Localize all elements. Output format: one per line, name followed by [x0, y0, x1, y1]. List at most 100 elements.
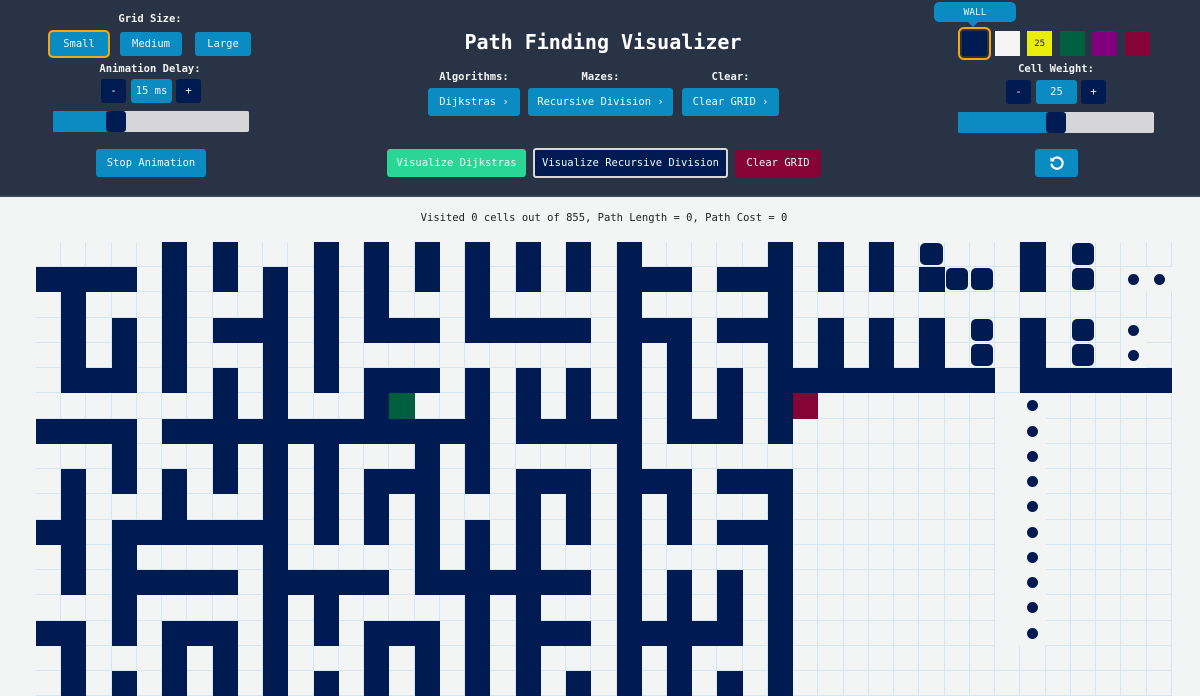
wall-cell[interactable]	[616, 292, 642, 318]
wall-cell[interactable]	[1121, 368, 1147, 394]
grid-size-large-button[interactable]: Large	[195, 32, 251, 56]
wall-cell[interactable]	[667, 267, 693, 293]
wall-cell[interactable]	[717, 267, 743, 293]
grid-cell[interactable]	[36, 494, 62, 520]
wall-cell[interactable]	[919, 342, 945, 369]
grid-cell[interactable]	[338, 519, 365, 545]
wall-cell[interactable]	[313, 469, 339, 495]
grid-cell[interactable]	[742, 494, 768, 520]
grid-cell[interactable]	[490, 469, 516, 495]
grid-cell[interactable]	[818, 645, 844, 672]
grid-cell[interactable]	[868, 671, 895, 696]
wall-cell-growing[interactable]	[1146, 267, 1172, 293]
grid-cell[interactable]	[338, 368, 365, 394]
wall-cell[interactable]	[515, 469, 541, 495]
grid-cell[interactable]	[540, 494, 567, 520]
grid-cell[interactable]	[717, 494, 743, 520]
wall-cell[interactable]	[616, 242, 642, 268]
wall-cell[interactable]	[566, 519, 592, 545]
wall-cell[interactable]	[742, 519, 768, 545]
wall-cell-growing[interactable]	[1020, 443, 1046, 470]
grid-cell[interactable]	[389, 671, 415, 696]
grid-cell[interactable]	[944, 544, 970, 571]
wall-cell[interactable]	[237, 519, 264, 545]
grid-cell[interactable]	[818, 544, 844, 571]
wall-cell[interactable]	[919, 317, 945, 343]
grid-cell[interactable]	[843, 570, 869, 596]
clear-select-button[interactable]: Clear GRID ›	[682, 88, 779, 116]
grid-cell[interactable]	[1096, 645, 1122, 672]
grid-cell[interactable]	[439, 469, 466, 495]
grid-cell[interactable]	[641, 443, 667, 470]
grid-cell[interactable]	[1096, 317, 1122, 343]
grid-cell[interactable]	[288, 393, 314, 419]
grid-cell[interactable]	[237, 292, 264, 318]
grid-cell[interactable]	[540, 242, 567, 268]
grid-cell[interactable]	[1020, 292, 1046, 318]
grid-cell[interactable]	[793, 317, 819, 343]
grid-cell[interactable]	[439, 317, 466, 343]
wall-cell[interactable]	[717, 620, 743, 646]
grid-cell[interactable]	[212, 595, 238, 621]
wall-cell[interactable]	[566, 570, 592, 596]
grid-cell[interactable]	[818, 393, 844, 419]
grid-cell[interactable]	[540, 595, 567, 621]
grid-cell[interactable]	[894, 519, 920, 545]
grid-cell[interactable]	[742, 418, 768, 444]
grid-cell[interactable]	[919, 418, 945, 444]
wall-cell[interactable]	[212, 645, 238, 672]
wall-cell[interactable]	[1070, 368, 1097, 394]
grid-cell[interactable]	[919, 393, 945, 419]
grid-cell[interactable]	[717, 443, 743, 470]
grid-cell[interactable]	[490, 292, 516, 318]
wall-cell[interactable]	[667, 368, 693, 394]
grid-cell[interactable]	[338, 671, 365, 696]
grid-cell[interactable]	[237, 645, 264, 672]
wall-cell[interactable]	[86, 368, 112, 394]
wall-cell[interactable]	[616, 393, 642, 419]
grid-cell[interactable]	[540, 267, 567, 293]
wall-cell[interactable]	[767, 595, 794, 621]
weight-decrement-button[interactable]: -	[1006, 80, 1031, 104]
grid-cell[interactable]	[566, 544, 592, 571]
grid-cell[interactable]	[36, 671, 62, 696]
grid-cell[interactable]	[995, 267, 1021, 293]
wall-cell[interactable]	[111, 544, 137, 571]
grid-cell[interactable]	[439, 620, 466, 646]
wall-cell-animating[interactable]	[944, 267, 970, 293]
wall-cell[interactable]	[465, 519, 491, 545]
grid-cell[interactable]	[995, 494, 1021, 520]
grid-cell[interactable]	[995, 544, 1021, 571]
wall-cell[interactable]	[868, 342, 895, 369]
grid-cell[interactable]	[894, 393, 920, 419]
wall-cell[interactable]	[414, 469, 440, 495]
grid-cell[interactable]	[86, 595, 112, 621]
grid-cell[interactable]	[465, 342, 491, 369]
wall-cell[interactable]	[187, 620, 213, 646]
wall-cell-animating[interactable]	[969, 317, 996, 343]
wall-cell[interactable]	[767, 570, 794, 596]
grid-cell[interactable]	[86, 544, 112, 571]
grid-cell[interactable]	[843, 519, 869, 545]
wall-cell[interactable]	[515, 494, 541, 520]
wall-cell-growing[interactable]	[1020, 544, 1046, 571]
grid-cell[interactable]	[86, 292, 112, 318]
grid-cell[interactable]	[969, 469, 996, 495]
wall-cell[interactable]	[818, 342, 844, 369]
wall-cell[interactable]	[566, 671, 592, 696]
wall-cell[interactable]	[439, 570, 466, 596]
grid-cell[interactable]	[919, 519, 945, 545]
wall-cell[interactable]	[313, 595, 339, 621]
grid-cell[interactable]	[187, 342, 213, 369]
grid-cell[interactable]	[742, 368, 768, 394]
grid-cell[interactable]	[439, 292, 466, 318]
wall-cell[interactable]	[111, 443, 137, 470]
grid-cell[interactable]	[389, 292, 415, 318]
grid-cell[interactable]	[490, 494, 516, 520]
wall-cell[interactable]	[414, 242, 440, 268]
grid-cell[interactable]	[1096, 620, 1122, 646]
wall-cell[interactable]	[212, 418, 238, 444]
grid-cell[interactable]	[1146, 418, 1172, 444]
grid-cell[interactable]	[187, 368, 213, 394]
grid-cell[interactable]	[187, 242, 213, 268]
